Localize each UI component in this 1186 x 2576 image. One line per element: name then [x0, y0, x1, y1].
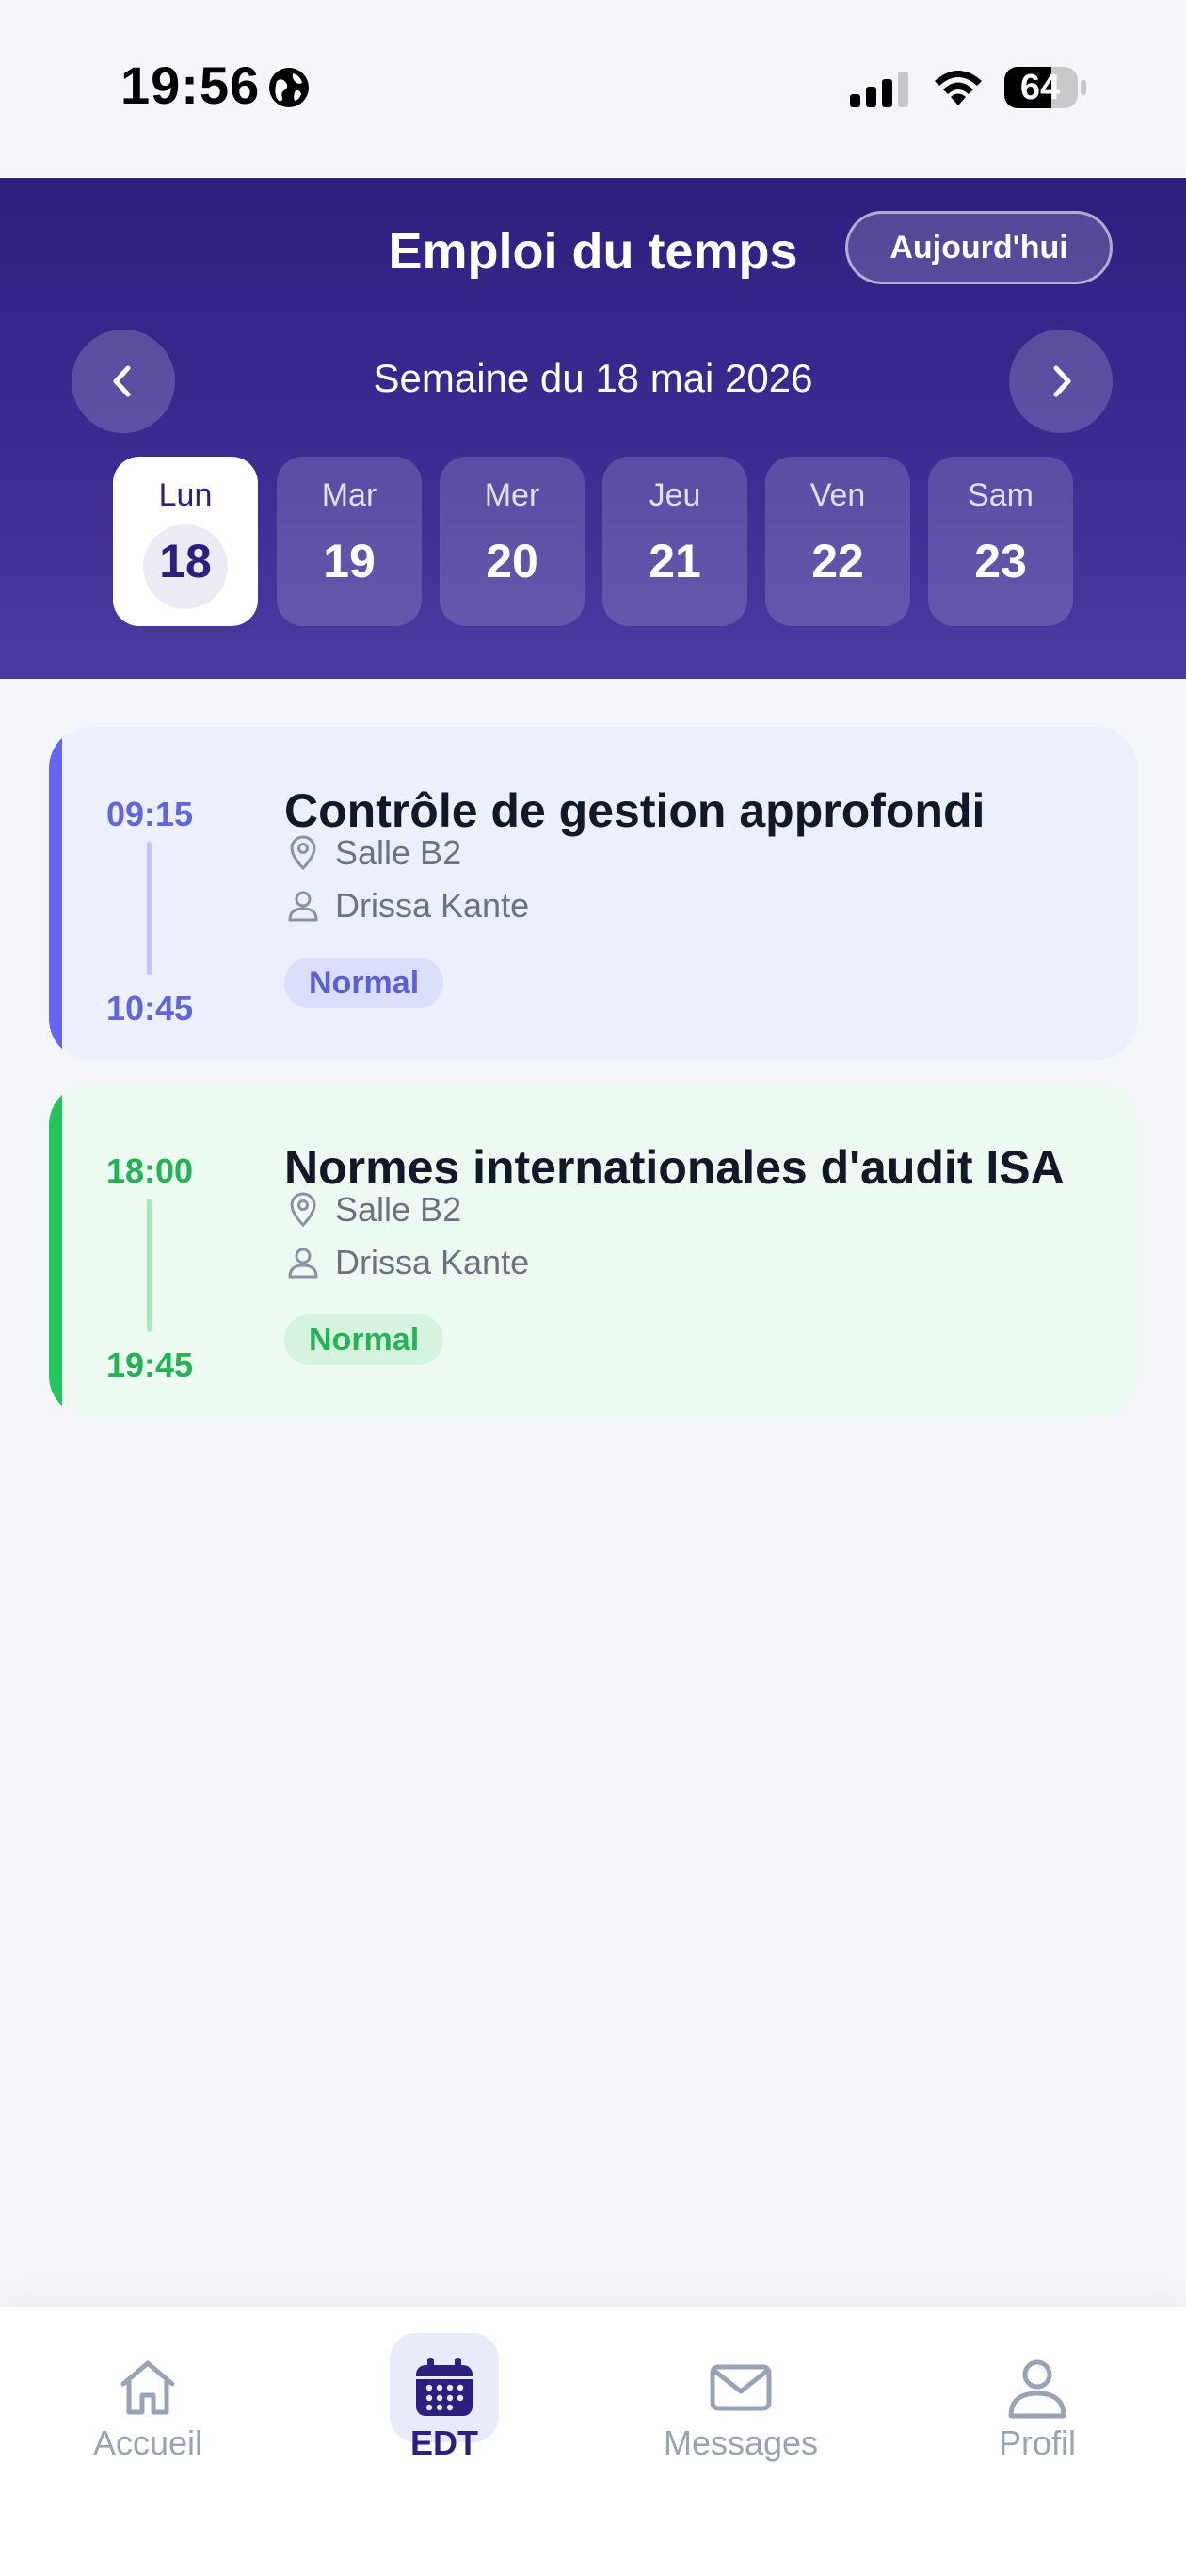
signal-icon — [850, 72, 908, 107]
time-line — [147, 1199, 152, 1332]
day-number: 19 — [323, 535, 376, 588]
end-time: 10:45 — [105, 989, 194, 1027]
course-room: Salle B2 — [284, 830, 461, 876]
status-badge: Normal — [284, 1314, 444, 1365]
tab-profil[interactable]: Profil — [924, 2333, 1150, 2484]
card-accent-bar — [49, 1084, 62, 1417]
location-pin-icon — [290, 835, 316, 871]
tab-label: Profil — [998, 2423, 1077, 2462]
user-icon — [1008, 2359, 1066, 2419]
user-icon — [288, 1248, 318, 1279]
day-number: 18 — [159, 535, 212, 588]
user-icon — [288, 891, 318, 922]
end-time: 19:45 — [105, 1345, 194, 1384]
day-tab-sam[interactable]: Sam 23 — [928, 457, 1073, 626]
start-time: 18:00 — [105, 1151, 194, 1190]
day-number: 20 — [486, 535, 538, 588]
battery-level: 64 — [1019, 68, 1061, 107]
day-tab-ven[interactable]: Ven 22 — [765, 457, 910, 626]
next-week-button[interactable] — [1009, 330, 1113, 433]
globe-icon — [269, 68, 309, 107]
course-card[interactable]: 18:00 19:45 Normes internationales d'aud… — [49, 1084, 1137, 1417]
room-label: Salle B2 — [335, 833, 462, 872]
status-bar: 19:56 64 — [0, 0, 1186, 178]
tab-accueil[interactable]: Accueil — [35, 2333, 261, 2484]
wifi-icon — [935, 71, 982, 105]
day-tab-mar[interactable]: Mar 19 — [277, 457, 422, 626]
tab-messages[interactable]: Messages — [628, 2333, 854, 2484]
course-room: Salle B2 — [284, 1187, 461, 1232]
status-time: 19:56 — [120, 56, 261, 115]
course-card[interactable]: 09:15 10:45 Contrôle de gestion approfon… — [49, 727, 1137, 1060]
status-badge: Normal — [284, 958, 444, 1008]
day-name: Jeu — [649, 477, 701, 513]
tab-label: Accueil — [92, 2423, 203, 2462]
day-number: 21 — [649, 535, 701, 588]
teacher-label: Drissa Kante — [335, 1243, 530, 1281]
day-name: Ven — [809, 477, 866, 513]
day-number: 22 — [811, 535, 864, 588]
day-tab-jeu[interactable]: Jeu 21 — [602, 457, 747, 626]
tab-label: Messages — [663, 2423, 819, 2462]
calendar-icon — [416, 2358, 473, 2416]
day-name: Sam — [968, 477, 1034, 513]
tab-label: EDT — [410, 2423, 478, 2462]
day-number: 23 — [974, 535, 1027, 588]
day-name: Mar — [321, 477, 377, 513]
chevron-right-icon — [1053, 365, 1071, 397]
tab-edt[interactable]: EDT — [331, 2333, 557, 2484]
card-accent-bar — [49, 727, 62, 1060]
mail-icon — [710, 2364, 772, 2411]
start-time: 09:15 — [105, 795, 194, 833]
day-name: Lun — [158, 477, 213, 513]
week-label: Semaine du 18 mai 2026 — [373, 356, 813, 400]
location-pin-icon — [290, 1192, 316, 1228]
teacher-label: Drissa Kante — [335, 886, 530, 925]
course-teacher: Drissa Kante — [284, 883, 529, 928]
day-tab-lun[interactable]: Lun 18 — [113, 457, 258, 626]
day-name: Mer — [484, 477, 540, 513]
home-icon — [120, 2360, 175, 2415]
today-button[interactable]: Aujourd'hui — [845, 211, 1113, 284]
time-line — [147, 842, 152, 975]
room-label: Salle B2 — [335, 1190, 462, 1229]
day-tab-mer[interactable]: Mer 20 — [440, 457, 585, 626]
course-teacher: Drissa Kante — [284, 1240, 529, 1285]
